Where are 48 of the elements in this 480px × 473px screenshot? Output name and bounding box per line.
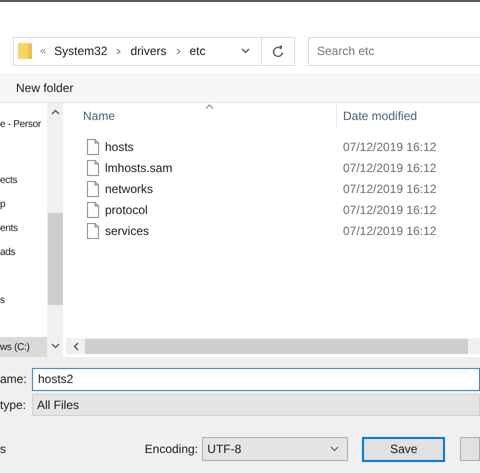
sort-up-icon xyxy=(205,104,214,109)
refresh-icon xyxy=(272,44,284,58)
nav-item[interactable]: s xyxy=(0,290,47,310)
save-button[interactable]: Save xyxy=(362,436,446,462)
breadcrumb-item[interactable]: drivers xyxy=(130,42,166,60)
nav-item[interactable]: ads xyxy=(0,242,47,262)
search-field[interactable]: Search etc xyxy=(308,36,480,66)
file-name-field[interactable]: hosts2 xyxy=(32,368,480,390)
nav-item[interactable]: ects xyxy=(0,170,47,190)
scrollbar-thumb[interactable] xyxy=(48,213,62,305)
file-icon xyxy=(87,202,99,218)
file-name[interactable]: hosts xyxy=(105,138,134,156)
file-icon xyxy=(87,160,99,176)
file-icon xyxy=(87,222,99,238)
file-icon xyxy=(87,138,99,154)
encoding-label: Encoding: xyxy=(144,441,200,458)
date-column-header[interactable]: Date modified xyxy=(337,107,418,125)
save-as-type-dropdown[interactable]: All Files xyxy=(32,394,480,416)
nav-item[interactable]: ents xyxy=(0,218,47,238)
nav-item[interactable]: e - Persor xyxy=(0,114,47,134)
save-as-type-label: type: xyxy=(0,396,28,414)
scroll-left-icon[interactable] xyxy=(73,342,79,350)
file-name[interactable]: protocol xyxy=(105,200,148,218)
breadcrumb-item[interactable]: etc xyxy=(190,42,206,60)
date-modified: 07/12/2019 16:12 xyxy=(343,202,436,218)
chevron-right-icon xyxy=(116,48,122,54)
scroll-up-icon[interactable] xyxy=(50,109,60,115)
encoding-dropdown[interactable]: UTF-8 xyxy=(202,437,348,461)
date-modified: 07/12/2019 16:12 xyxy=(343,160,436,176)
file-name[interactable]: networks xyxy=(105,180,154,198)
vertical-scrollbar[interactable] xyxy=(47,103,63,357)
folder-icon xyxy=(18,42,32,60)
file-name[interactable]: services xyxy=(105,222,150,240)
date-modified: 07/12/2019 16:12 xyxy=(343,180,436,198)
chevron-icon: « xyxy=(40,42,46,60)
breadcrumb-item[interactable]: System32 xyxy=(54,42,108,60)
file-name-label: ame: xyxy=(0,371,28,388)
file-name[interactable]: lmhosts.sam xyxy=(105,158,172,176)
date-modified: 07/12/2019 16:12 xyxy=(343,138,436,156)
nav-item[interactable]: p xyxy=(0,194,47,214)
nav-item[interactable]: ws (C:) xyxy=(0,337,47,357)
chevron-right-icon xyxy=(176,48,180,54)
new-folder-button[interactable]: New folder xyxy=(16,78,74,96)
date-modified: 07/12/2019 16:12 xyxy=(343,222,436,240)
file-icon xyxy=(87,180,99,196)
scroll-down-icon[interactable] xyxy=(50,343,60,349)
hide-folders-link[interactable]: s xyxy=(0,440,145,458)
name-column-header[interactable]: Name xyxy=(66,107,336,125)
